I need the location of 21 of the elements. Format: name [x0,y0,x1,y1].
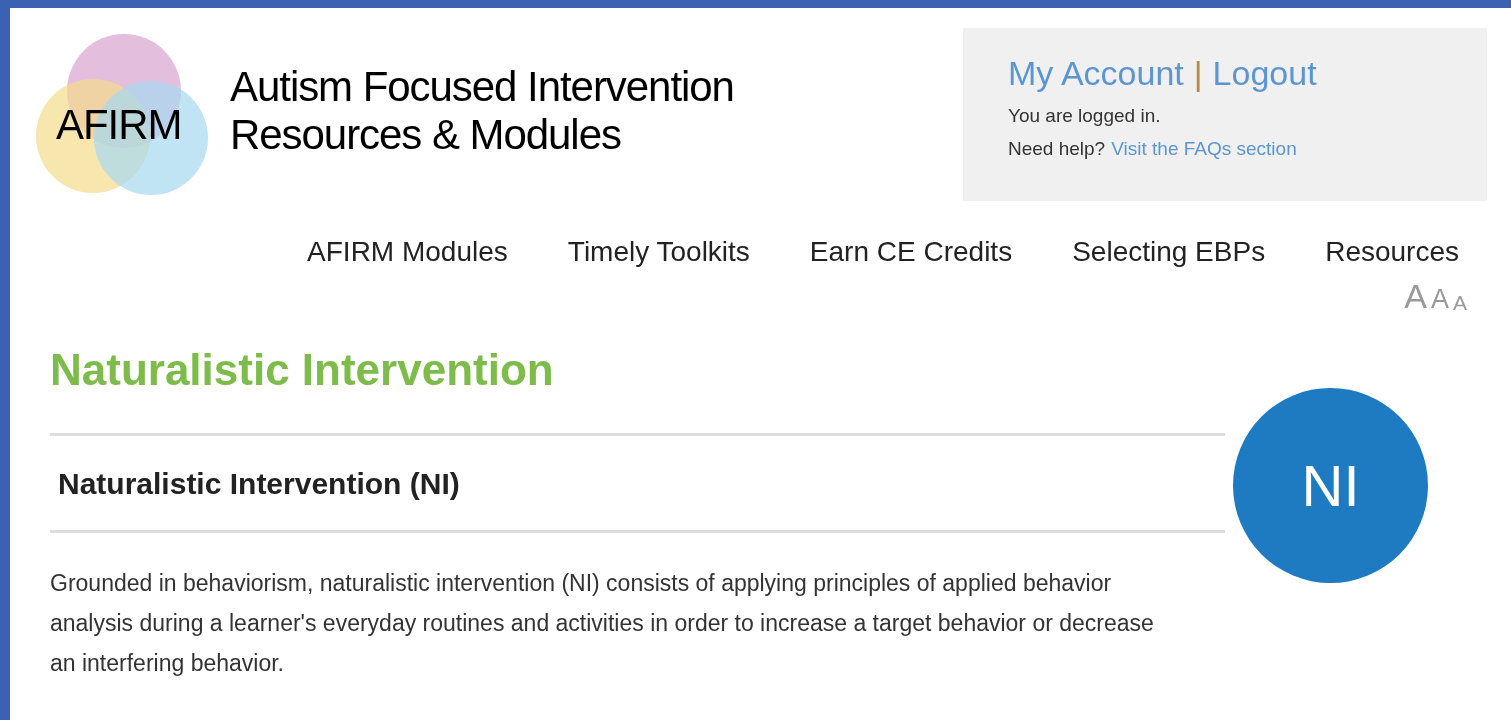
nav-link[interactable]: AFIRM Modules [307,231,508,273]
help-text: Need help? [1008,136,1106,161]
ni-badge: NI [1233,388,1428,583]
font-size-button[interactable]: A [1404,279,1427,313]
nav-link[interactable]: Resources [1325,231,1459,273]
my-account-link[interactable]: My Account [1008,50,1184,96]
site-title: Resources & Modules [230,110,622,159]
nav-link[interactable]: Selecting EBPs [1072,231,1266,273]
font-size-button[interactable]: A [1430,286,1449,313]
section-title: Naturalistic Intervention (NI) [58,465,460,502]
section-description: Grounded in behaviorism, naturalistic intervention (NI) consists of applying principles of applied behavior analysis during a learner's everyday routines and activities in order to increase a target behavior or decrease an interfering behavior. [50,569,1155,678]
nav-link[interactable]: Timely Toolkits [567,231,750,273]
site-title: Autism Focused Intervention [230,62,734,111]
afirm-logo: AFIRM [36,33,210,196]
logout-link[interactable]: Logout [1212,50,1317,96]
page-title: Naturalistic Intervention [50,344,554,396]
font-size-button[interactable]: A [1453,292,1467,313]
nav-link[interactable]: Earn CE Credits [809,231,1013,273]
login-status: You are logged in. [1008,104,1162,128]
separator: | [1193,53,1203,94]
faq-link[interactable]: Visit the FAQs section [1111,134,1297,163]
